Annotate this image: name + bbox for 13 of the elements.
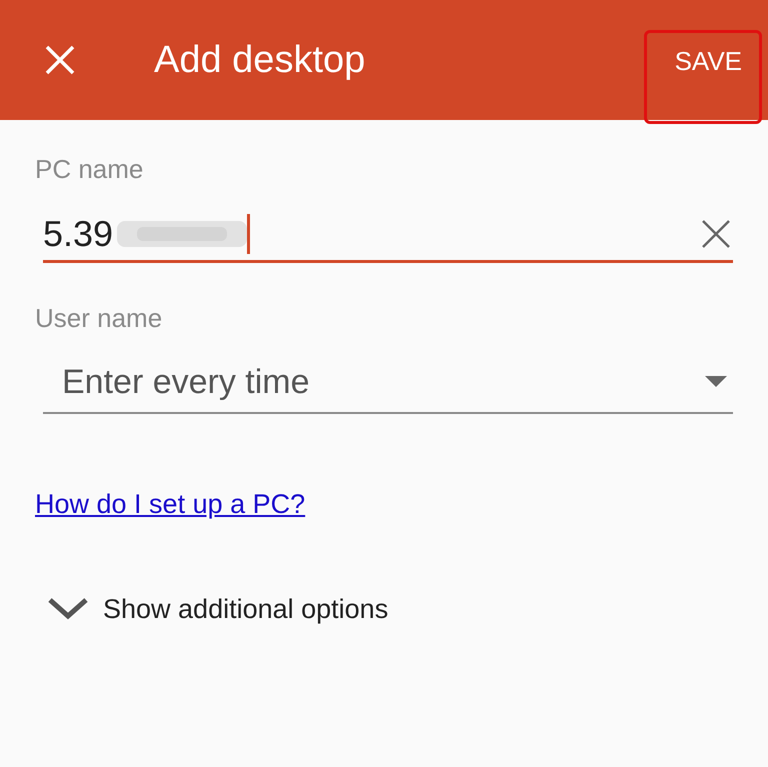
close-icon <box>44 44 76 76</box>
field-value: 5.39 <box>43 212 114 256</box>
pc-name-field[interactable]: 5.39 <box>43 207 733 263</box>
help-link[interactable]: How do I set up a PC? <box>35 484 306 524</box>
chevron-icon <box>47 596 89 621</box>
caret-icon <box>705 376 727 388</box>
field-label: PC name <box>35 153 144 186</box>
window-title: Add desktop <box>154 38 366 82</box>
additional-options-toggle[interactable]: Show additional options <box>47 588 388 629</box>
save-button[interactable]: SAVE <box>666 36 750 86</box>
user-name-dropdown[interactable]: Enter every time <box>43 352 733 414</box>
field-label: User name <box>35 302 164 335</box>
clear-icon[interactable] <box>701 218 731 248</box>
